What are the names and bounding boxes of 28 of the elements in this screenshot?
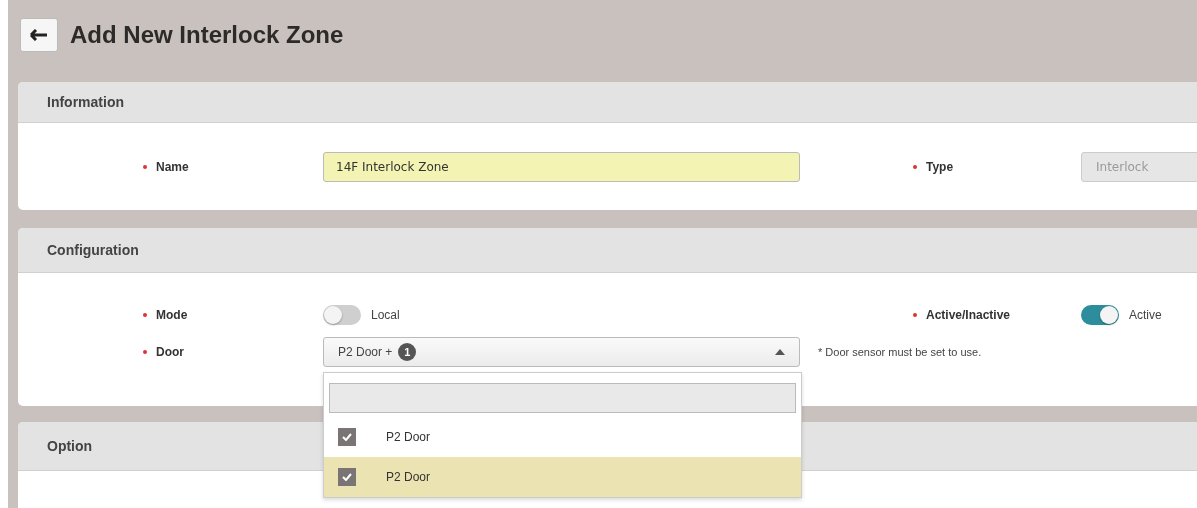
- field-label: Type: [926, 160, 954, 174]
- field-label: Active/Inactive: [926, 308, 1011, 322]
- dropdown-value: P2 Door +: [338, 345, 393, 359]
- field-label: Name: [156, 160, 189, 174]
- checkbox[interactable]: [338, 468, 356, 486]
- mode-toggle[interactable]: [323, 305, 361, 325]
- field-label: Door: [156, 345, 184, 359]
- door-hint-text: * Door sensor must be set to use.: [817, 345, 982, 358]
- page-title: Add New Interlock Zone: [70, 21, 344, 49]
- active-toggle[interactable]: [1081, 305, 1119, 325]
- dropdown-option[interactable]: P2 Door: [324, 417, 801, 457]
- count-badge: 1: [398, 343, 417, 361]
- dropdown-option[interactable]: P2 Door: [324, 457, 801, 497]
- section-title: Configuration: [47, 242, 139, 258]
- checkmark-icon: [342, 433, 352, 441]
- section-title: Information: [47, 94, 124, 110]
- left-arrow-icon: [30, 29, 48, 41]
- field-label: Mode: [156, 308, 188, 322]
- toggle-label: Local: [371, 308, 400, 322]
- toggle-label: Active: [1129, 308, 1162, 322]
- checkbox[interactable]: [338, 428, 356, 446]
- search-input-field[interactable]: [329, 383, 796, 413]
- checkmark-icon: [342, 473, 352, 481]
- door-dropdown[interactable]: P2 Door + 1: [323, 337, 800, 367]
- caret-icon: [775, 349, 785, 355]
- name-input-field[interactable]: 14F Interlock Zone: [323, 152, 800, 182]
- section-title: Option: [47, 438, 93, 454]
- back-button[interactable]: [20, 18, 58, 52]
